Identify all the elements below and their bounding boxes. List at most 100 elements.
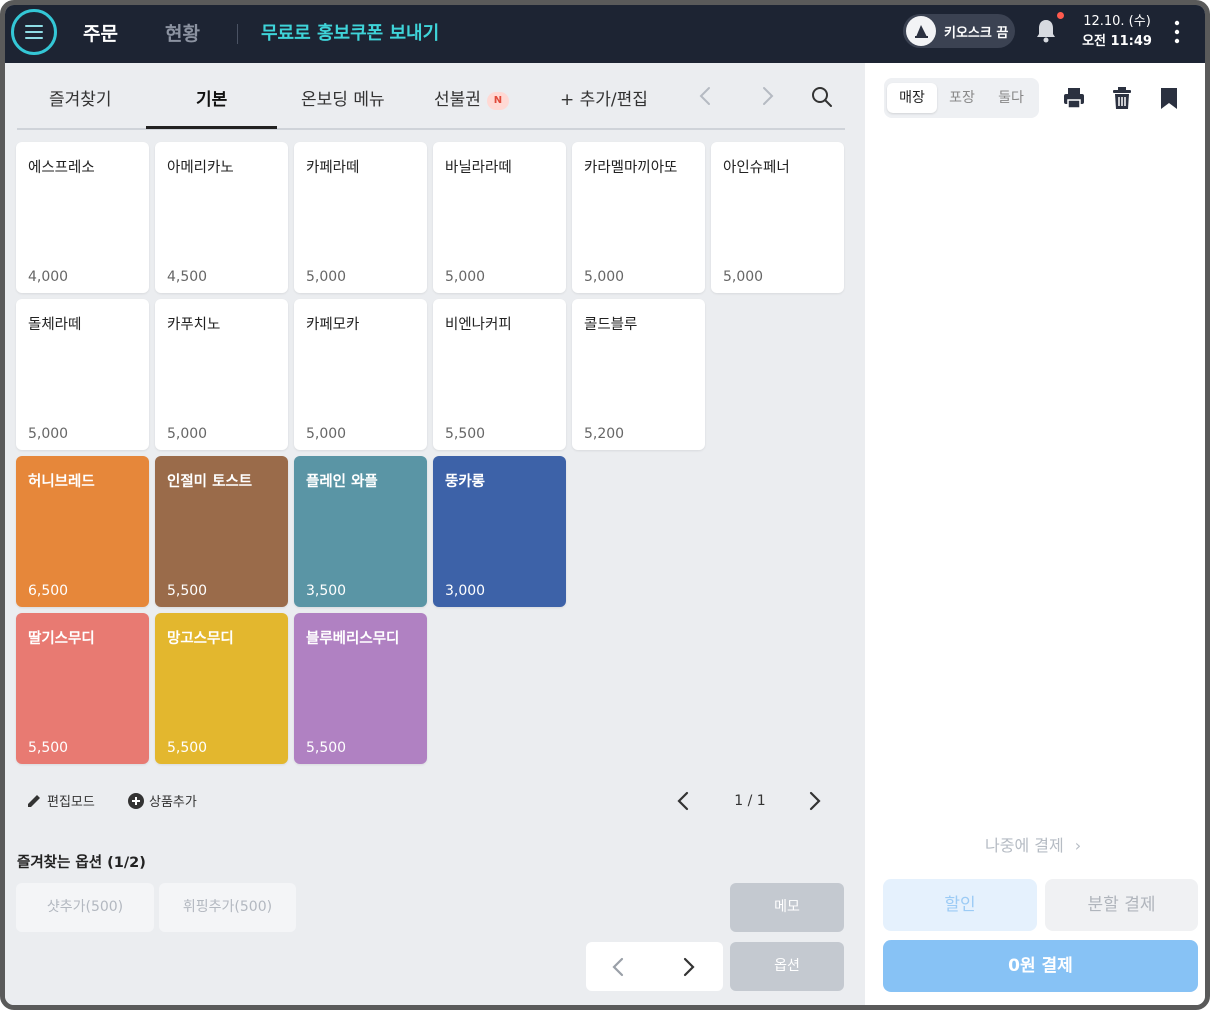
product-tile[interactable]: 카푸치노 5,000 [155, 299, 288, 450]
chevron-left-icon[interactable] [695, 85, 717, 107]
chevron-left-icon[interactable] [673, 789, 695, 813]
product-tile[interactable]: 인절미 토스트 5,500 [155, 456, 288, 607]
product-price: 5,500 [167, 583, 208, 599]
seg-dine-in[interactable]: 매장 [887, 83, 937, 113]
product-name: 카페라떼 [306, 160, 360, 176]
promo-coupon-link[interactable]: 무료로 홍보쿠폰 보내기 [261, 19, 439, 45]
product-price: 5,500 [167, 740, 208, 756]
memo-button[interactable]: 메모 [730, 883, 844, 932]
option-shot-button[interactable]: 샷추가(500) [16, 883, 154, 932]
product-price: 5,500 [306, 740, 347, 756]
menu-button[interactable] [11, 9, 57, 55]
tab-order[interactable]: 주문 [83, 19, 118, 46]
product-name: 플레인 와플 [306, 474, 378, 490]
pencil-icon [28, 794, 40, 807]
product-price: 3,000 [445, 583, 486, 599]
product-price: 5,500 [445, 426, 486, 442]
product-tile[interactable]: 카페모카 5,000 [294, 299, 427, 450]
bell-icon[interactable] [1034, 18, 1058, 44]
kiosk-icon [915, 25, 928, 38]
category-tabs: 즐겨찾기 기본 온보딩 메뉴 선불권 N + 추가/편집 [17, 63, 845, 130]
product-tile[interactable]: 블루베리스무디 5,500 [294, 613, 427, 764]
search-icon[interactable] [810, 85, 834, 109]
pay-later-link[interactable]: 나중에 결제 › [985, 832, 1081, 856]
seg-takeout[interactable]: 포장 [937, 83, 987, 113]
product-price: 5,000 [306, 269, 347, 285]
edit-mode-label: 편집모드 [47, 795, 95, 810]
option-whipping-button[interactable]: 휘핑추가(500) [159, 883, 296, 932]
edit-mode-button[interactable]: 편집모드 [25, 791, 95, 810]
product-name: 허니브레드 [28, 474, 95, 490]
trash-icon[interactable] [1109, 85, 1135, 111]
product-tile[interactable]: 비엔나커피 5,500 [433, 299, 566, 450]
chevron-right-icon[interactable] [677, 955, 699, 979]
pay-later-label: 나중에 결제 [985, 836, 1064, 855]
product-tile[interactable]: 콜드블루 5,200 [572, 299, 705, 450]
product-name: 블루베리스무디 [306, 631, 400, 647]
printer-icon[interactable] [1061, 85, 1087, 111]
tab-basic[interactable]: 기본 [196, 85, 227, 110]
more-vertical-icon[interactable] [1169, 19, 1185, 45]
product-name: 카라멜마끼아또 [584, 160, 678, 176]
hamburger-icon [25, 25, 43, 39]
product-tile[interactable]: 허니브레드 6,500 [16, 456, 149, 607]
product-price: 5,000 [28, 426, 69, 442]
discount-button[interactable]: 할인 [883, 879, 1037, 931]
product-tile[interactable]: 아메리카노 4,500 [155, 142, 288, 293]
product-name: 돌체라떼 [28, 317, 82, 333]
divider [237, 24, 238, 44]
product-price: 5,000 [306, 426, 347, 442]
product-tile[interactable]: 플레인 와플 3,500 [294, 456, 427, 607]
kiosk-knob [906, 16, 936, 46]
seg-both[interactable]: 둘다 [986, 83, 1036, 113]
tab-onboarding[interactable]: 온보딩 메뉴 [301, 85, 385, 110]
product-tile[interactable]: 카라멜마끼아또 5,000 [572, 142, 705, 293]
tab-prepaid[interactable]: 선불권 N [434, 85, 509, 110]
product-panel: 즐겨찾기 기본 온보딩 메뉴 선불권 N + 추가/편집 에스프레소 4,000 아… [5, 63, 865, 1005]
clock-date: 12.10. (수) [1083, 14, 1151, 29]
chevron-left-icon[interactable] [608, 955, 630, 979]
product-price: 5,200 [584, 426, 625, 442]
notification-dot [1057, 12, 1064, 19]
product-tile[interactable]: 아인슈페너 5,000 [711, 142, 844, 293]
product-name: 아메리카노 [167, 160, 234, 176]
option-pager [586, 942, 723, 991]
kiosk-toggle[interactable]: 키오스크 끔 [903, 14, 1015, 48]
product-price: 5,000 [723, 269, 764, 285]
pay-button[interactable]: 0원 결제 [883, 940, 1198, 992]
product-tile[interactable]: 망고스무디 5,500 [155, 613, 288, 764]
product-name: 인절미 토스트 [167, 474, 253, 490]
add-product-button[interactable]: 상품추가 [127, 791, 197, 810]
top-bar: 주문 현황 무료로 홍보쿠폰 보내기 키오스크 끔 12.10. (수) 오전 … [5, 5, 1205, 63]
bookmark-icon[interactable] [1156, 85, 1182, 111]
chevron-right-icon[interactable] [803, 789, 825, 813]
product-name: 아인슈페너 [723, 160, 790, 176]
product-tile[interactable]: 뚱카롱 3,000 [433, 456, 566, 607]
product-price: 3,500 [306, 583, 347, 599]
new-badge: N [486, 92, 509, 110]
product-price: 5,000 [445, 269, 486, 285]
app-window: 주문 현황 무료로 홍보쿠폰 보내기 키오스크 끔 12.10. (수) 오전 … [0, 0, 1210, 1010]
page-indicator: 1 / 1 [734, 793, 766, 809]
product-name: 콜드블루 [584, 317, 638, 333]
option-button[interactable]: 옵션 [730, 942, 844, 991]
tab-add-edit[interactable]: + 추가/편집 [560, 85, 648, 110]
product-price: 4,500 [167, 269, 208, 285]
product-tile[interactable]: 돌체라떼 5,000 [16, 299, 149, 450]
product-name: 비엔나커피 [445, 317, 512, 333]
product-price: 5,000 [167, 426, 208, 442]
kiosk-label: 키오스크 끔 [944, 25, 1009, 41]
product-name: 카푸치노 [167, 317, 221, 333]
clock-time: 오전 11:49 [1082, 34, 1152, 49]
split-pay-button[interactable]: 분할 결제 [1045, 879, 1198, 931]
tab-status[interactable]: 현황 [165, 19, 200, 46]
product-price: 5,000 [584, 269, 625, 285]
product-name: 딸기스무디 [28, 631, 95, 647]
product-tile[interactable]: 카페라떼 5,000 [294, 142, 427, 293]
chevron-right-icon[interactable] [756, 85, 778, 107]
tab-favorites[interactable]: 즐겨찾기 [49, 85, 112, 110]
product-tile[interactable]: 에스프레소 4,000 [16, 142, 149, 293]
product-price: 6,500 [28, 583, 69, 599]
product-tile[interactable]: 딸기스무디 5,500 [16, 613, 149, 764]
product-tile[interactable]: 바닐라라떼 5,000 [433, 142, 566, 293]
